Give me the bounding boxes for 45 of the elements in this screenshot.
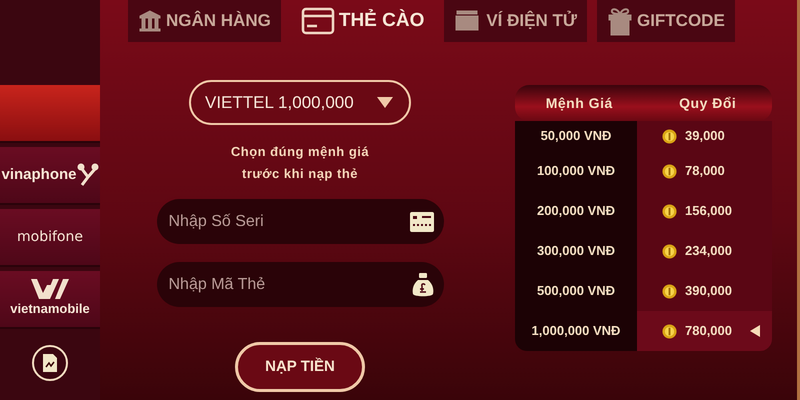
coin-icon [662, 284, 677, 298]
exchange-option[interactable]: 390,000 [637, 271, 772, 311]
carrier-tile[interactable]: vinaphone [0, 147, 100, 205]
tab[interactable]: NGÂN HÀNG [128, 0, 281, 42]
amount-dropdown[interactable]: VIETTEL 1,000,000 [189, 80, 411, 125]
card-icon [300, 7, 335, 35]
coin-icon [662, 204, 677, 218]
bank-icon [138, 9, 162, 33]
y-shape-icon [76, 163, 98, 187]
input-field[interactable]: Nhập Mã Thẻ [156, 262, 444, 307]
table-cell: 300,000 VNĐ [515, 231, 637, 271]
table-cell: 200,000 VNĐ [515, 191, 637, 231]
coin-icon [662, 128, 677, 144]
table-cell: 1,000,000 VNĐ [515, 311, 637, 351]
exchange-option[interactable]: 78,000 [637, 151, 772, 191]
carrier-tile[interactable] [0, 85, 100, 143]
tab[interactable]: GIFTCODE [596, 0, 735, 42]
column-header: Mệnh Giá [544, 94, 614, 112]
column-header: Quy Đổi [678, 94, 738, 113]
money-bag-icon [412, 272, 434, 298]
tab[interactable]: THẺ CÀO [290, 0, 434, 42]
input-field[interactable]: Nhập Số Seri [156, 199, 444, 244]
caret-icon [377, 97, 393, 108]
hint-text: Chọn đúng mệnh giá trước khi nạp thẻ [230, 143, 370, 183]
exchange-option[interactable]: 39,000 [637, 121, 772, 151]
card-icon [410, 212, 434, 232]
selected-arrow-icon [750, 325, 760, 337]
carrier-name: vietnamobile [10, 300, 90, 318]
exchange-option[interactable]: 780,000 [637, 311, 772, 351]
carrier-tile[interactable]: mobifone [0, 209, 100, 267]
chart-file-icon [43, 354, 57, 372]
carrier-tile[interactable]: vietnamobile [0, 271, 100, 329]
stripes-icon [31, 279, 69, 300]
report-button[interactable] [32, 345, 68, 381]
table-cell: 500,000 VNĐ [515, 271, 637, 311]
submit-button[interactable]: NẠP TIỀN [235, 342, 365, 392]
gift-icon [606, 6, 633, 36]
coin-icon [662, 324, 677, 338]
coin-icon [662, 164, 677, 178]
carrier-name: vinaphone [1, 164, 76, 185]
tab[interactable]: VÍ ĐIỆN TỬ [444, 0, 587, 42]
table-cell: 50,000 VNĐ [515, 121, 637, 151]
coin-icon [662, 244, 677, 258]
table-cell: 100,000 VNĐ [515, 151, 637, 191]
carrier-name: mobifone [17, 228, 83, 246]
